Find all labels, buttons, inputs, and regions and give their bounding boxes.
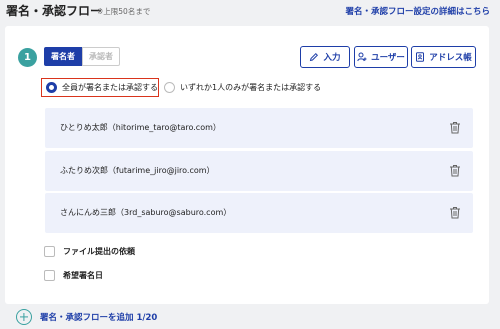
details-link[interactable]: 署名・承認フロー設定の詳細はこちら (345, 5, 490, 17)
radio-any-sign[interactable]: いずれか1人のみが署名または承認する (162, 78, 321, 97)
trash-icon[interactable] (449, 164, 461, 177)
file-request-label: ファイル提出の依頼 (63, 247, 135, 256)
signer-row: ふたりめ次郎（futarime_jiro@jiro.com） (45, 151, 473, 191)
input-button-label: 入力 (323, 53, 341, 63)
file-request-checkbox[interactable] (44, 246, 55, 257)
address-book-button[interactable]: アドレス帳 (411, 46, 476, 68)
signer-label: ふたりめ次郎（futarime_jiro@jiro.com） (60, 166, 215, 175)
user-button-label: ユーザー (371, 53, 405, 63)
user-button[interactable]: ユーザー (354, 46, 408, 68)
signer-row: ひとりめ太郎（hitorime_taro@taro.com） (45, 108, 473, 148)
plus-circle-icon (16, 309, 32, 325)
approver-toggle-button[interactable]: 承認者 (82, 47, 120, 66)
add-flow-label: 署名・承認フローを追加 1/20 (40, 313, 158, 323)
desired-date-checkbox[interactable] (44, 270, 55, 281)
desired-date-option[interactable]: 希望署名日 (44, 270, 103, 281)
signer-label: さんにんめ三郎（3rd_saburo@saburo.com） (60, 208, 232, 217)
signer-row: さんにんめ三郎（3rd_saburo@saburo.com） (45, 193, 473, 233)
page-title: 署名・承認フロー (6, 4, 103, 18)
add-flow-button[interactable]: 署名・承認フローを追加 1/20 (16, 309, 157, 325)
radio-checked-icon (46, 82, 57, 93)
signer-label: ひとりめ太郎（hitorime_taro@taro.com） (60, 123, 221, 132)
limit-note: ※上限50名まで (97, 7, 151, 16)
radio-any-label: いずれか1人のみが署名または承認する (180, 83, 322, 92)
trash-icon[interactable] (449, 121, 461, 134)
radio-all-label: 全員が署名または承認する (62, 83, 158, 92)
input-button[interactable]: 入力 (300, 46, 350, 68)
radio-unchecked-icon (164, 82, 175, 93)
role-toggle: 署名者 承認者 (44, 47, 120, 66)
radio-all-sign[interactable]: 全員が署名または承認する (41, 78, 159, 97)
address-book-icon (416, 52, 425, 62)
pencil-icon (310, 52, 319, 62)
header: 署名・承認フロー ※上限50名まで 署名・承認フロー設定の詳細はこちら (0, 0, 500, 22)
step-number: 1 (18, 48, 37, 67)
trash-icon[interactable] (449, 206, 461, 219)
desired-date-label: 希望署名日 (63, 271, 103, 280)
user-add-icon (357, 52, 367, 62)
file-request-option[interactable]: ファイル提出の依頼 (44, 246, 135, 257)
signer-toggle-button[interactable]: 署名者 (44, 47, 82, 66)
address-book-button-label: アドレス帳 (429, 53, 472, 63)
